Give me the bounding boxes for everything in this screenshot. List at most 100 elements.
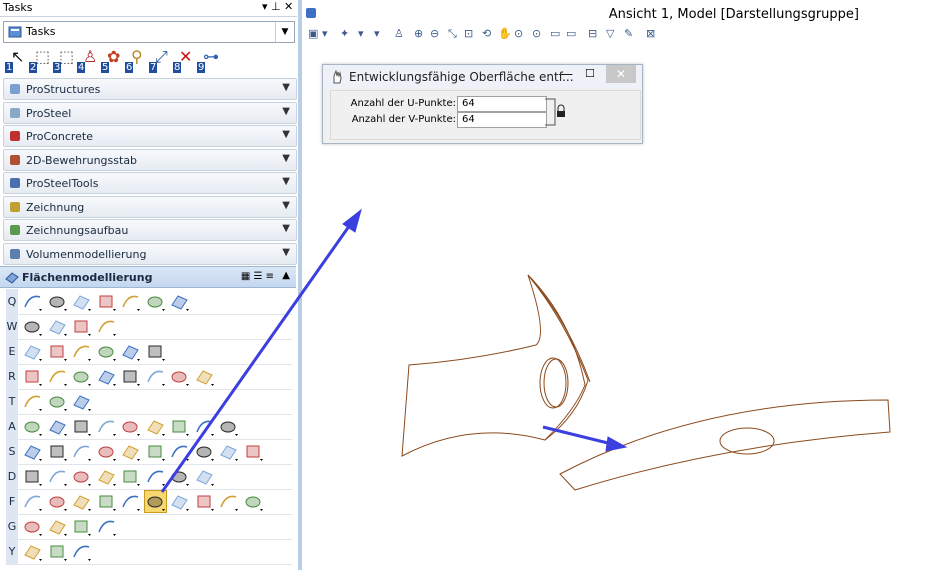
- view-tool-icon[interactable]: ▾: [358, 27, 372, 41]
- view-tool-icon[interactable]: ⊙: [532, 27, 546, 41]
- chevron-down-icon[interactable]: ▼: [275, 22, 294, 42]
- section-prostructures[interactable]: ProStructures ▼: [3, 78, 297, 100]
- surface-tool-icon[interactable]: [243, 491, 264, 512]
- view-tool-icon[interactable]: ▣: [308, 27, 322, 41]
- surface-tool-icon[interactable]: [194, 491, 215, 512]
- numbered-tool-1[interactable]: ↖ 1: [3, 47, 29, 73]
- numbered-tool-2[interactable]: ⬚ 2: [27, 47, 53, 73]
- surface-tool-icon[interactable]: [47, 416, 68, 437]
- surface-tool-icon[interactable]: [22, 341, 43, 362]
- view-tool-icon[interactable]: ⊙: [514, 27, 528, 41]
- tasks-dropdown[interactable]: Tasks ▼: [3, 21, 295, 43]
- surface-tool-icon[interactable]: [96, 366, 117, 387]
- surface-tool-icon[interactable]: [71, 441, 92, 462]
- dialog-close-button[interactable]: ✕: [606, 65, 636, 83]
- section-prosteel[interactable]: ProSteel ▼: [3, 101, 297, 124]
- surface-tool-icon[interactable]: [47, 541, 68, 562]
- surface-tool-icon[interactable]: [218, 441, 239, 462]
- surface-tool-icon[interactable]: [145, 441, 166, 462]
- section-zeichnungsaufbau[interactable]: Zeichnungsaufbau ▼: [3, 219, 297, 241]
- section-prosteeltools[interactable]: ProSteelTools ▼: [3, 172, 297, 194]
- surface-tool-icon[interactable]: [218, 416, 239, 437]
- surface-tool-icon[interactable]: [243, 441, 264, 462]
- surface-tool-icon[interactable]: [96, 316, 117, 337]
- surface-tool-icon[interactable]: [169, 441, 190, 462]
- surface-tool-icon[interactable]: [22, 491, 43, 512]
- chevron-up-icon[interactable]: ▲: [282, 270, 290, 281]
- surface-tool-icon[interactable]: [47, 341, 68, 362]
- surface-tool-icon[interactable]: [145, 291, 166, 312]
- surface-tool-icon[interactable]: [22, 441, 43, 462]
- chevron-down-icon[interactable]: ▼: [282, 106, 290, 117]
- v-points-input[interactable]: 64: [457, 112, 547, 128]
- surface-tool-icon[interactable]: [169, 416, 190, 437]
- surface-tool-icon[interactable]: [22, 366, 43, 387]
- surface-tool-icon[interactable]: [96, 516, 117, 537]
- numbered-tool-8[interactable]: ✕ 8: [171, 47, 197, 73]
- surface-tool-icon[interactable]: [71, 366, 92, 387]
- surface-tool-icon[interactable]: [47, 466, 68, 487]
- surface-tool-icon[interactable]: [47, 316, 68, 337]
- surface-tool-icon[interactable]: [96, 416, 117, 437]
- dialog-titlebar[interactable]: Entwicklungsfähige Oberfläche entf... — …: [323, 65, 642, 89]
- surface-tool-icon[interactable]: [120, 366, 141, 387]
- view-tool-icon[interactable]: ✎: [624, 27, 638, 41]
- section-2d-bewehrungsstab[interactable]: 2D-Bewehrungsstab ▼: [3, 148, 297, 171]
- surface-tool-icon[interactable]: [96, 441, 117, 462]
- surface-tool-icon[interactable]: [145, 416, 166, 437]
- surface-tool-icon[interactable]: [22, 541, 43, 562]
- surface-tool-icon[interactable]: [145, 341, 166, 362]
- surface-tool-icon[interactable]: [71, 416, 92, 437]
- surface-tool-icon[interactable]: [143, 490, 167, 513]
- chevron-down-icon[interactable]: ▼: [282, 129, 290, 140]
- surface-tool-icon[interactable]: [71, 466, 92, 487]
- surface-tool-icon[interactable]: [120, 466, 141, 487]
- surface-tool-icon[interactable]: [71, 541, 92, 562]
- view-tool-icon[interactable]: ▽: [606, 27, 620, 41]
- view-tool-icon[interactable]: ✦: [340, 27, 354, 41]
- chevron-down-icon[interactable]: ▼: [282, 176, 290, 187]
- surface-tool-icon[interactable]: [145, 366, 166, 387]
- numbered-tool-7[interactable]: ⤢ 7: [147, 47, 173, 73]
- surface-tool-icon[interactable]: [194, 366, 215, 387]
- numbered-tool-4[interactable]: ♙ 4: [75, 47, 101, 73]
- surface-tool-icon[interactable]: [218, 491, 239, 512]
- surface-tool-icon[interactable]: [22, 291, 43, 312]
- chevron-down-icon[interactable]: ▼: [282, 153, 290, 164]
- surface-tool-icon[interactable]: [22, 416, 43, 437]
- surface-tool-icon[interactable]: [71, 491, 92, 512]
- surface-tool-icon[interactable]: [96, 491, 117, 512]
- numbered-tool-6[interactable]: ⚲ 6: [123, 47, 149, 73]
- surface-tool-icon[interactable]: [194, 441, 215, 462]
- surface-tool-icon[interactable]: [96, 466, 117, 487]
- chevron-down-icon[interactable]: ▼: [282, 200, 290, 211]
- close-icon[interactable]: ✕: [284, 0, 293, 13]
- surface-tool-icon[interactable]: [47, 441, 68, 462]
- surface-tool-icon[interactable]: [120, 441, 141, 462]
- view-tool-icon[interactable]: ▭: [550, 27, 564, 41]
- view-tool-icon[interactable]: ⊖: [430, 27, 444, 41]
- surface-tool-icon[interactable]: [96, 291, 117, 312]
- surface-tool-icon[interactable]: [71, 291, 92, 312]
- surface-tool-icon[interactable]: [22, 316, 43, 337]
- surface-tool-icon[interactable]: [120, 291, 141, 312]
- surface-tool-icon[interactable]: [22, 391, 43, 412]
- chevron-down-icon[interactable]: ▼: [282, 223, 290, 234]
- section-volumenmodellierung[interactable]: Volumenmodellierung ▼: [3, 242, 297, 265]
- pin-icon[interactable]: ▾ ⊥: [262, 0, 281, 13]
- surface-tool-icon[interactable]: [120, 341, 141, 362]
- view-tool-icon[interactable]: ⊟: [588, 27, 602, 41]
- surface-tool-icon[interactable]: [71, 341, 92, 362]
- surface-tool-icon[interactable]: [47, 291, 68, 312]
- surface-tool-icon[interactable]: [22, 516, 43, 537]
- section-flaechenmodellierung[interactable]: Flächenmodellierung ▦ ☰ ≡ ▲: [0, 266, 296, 288]
- view-tool-icon[interactable]: ♙: [394, 27, 408, 41]
- surface-tool-icon[interactable]: [169, 491, 190, 512]
- surface-tool-icon[interactable]: [169, 466, 190, 487]
- surface-tool-icon[interactable]: [47, 366, 68, 387]
- numbered-tool-3[interactable]: ⬚ 3: [51, 47, 77, 73]
- view-tool-icon[interactable]: ⊠: [646, 27, 660, 41]
- maximize-button[interactable]: ☐: [585, 67, 595, 80]
- surface-tool-icon[interactable]: [22, 466, 43, 487]
- section-zeichnung[interactable]: Zeichnung ▼: [3, 195, 297, 218]
